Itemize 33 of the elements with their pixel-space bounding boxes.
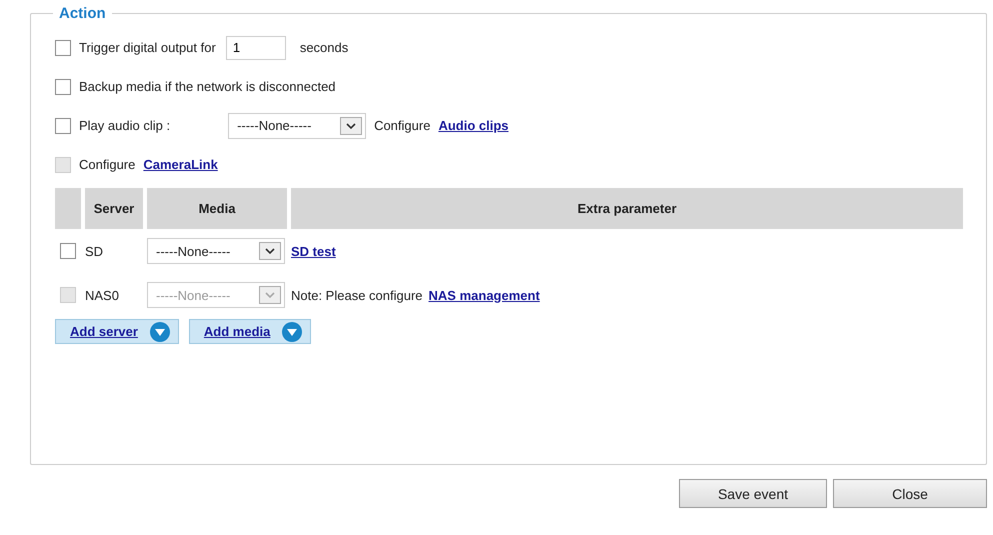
caret-icon [259, 286, 281, 304]
unit-label: seconds [300, 40, 348, 55]
server-name: SD [85, 242, 104, 260]
column-header: Media [147, 188, 287, 229]
caret-icon [340, 116, 362, 134]
header-cell [55, 188, 81, 229]
option-label: Play audio clip : [79, 118, 170, 133]
audio-dropdown[interactable]: -----None----- [228, 112, 366, 138]
checkbox[interactable] [60, 243, 76, 259]
caret-icon [259, 242, 281, 260]
option-label: Trigger digital output for [79, 40, 216, 55]
dialog-button[interactable]: Close [833, 479, 987, 508]
column-header: Server [85, 188, 143, 229]
checkbox[interactable] [55, 40, 71, 56]
media-dropdown[interactable]: -----None----- [147, 238, 285, 264]
note-text: Note: Please configure [291, 288, 423, 302]
section-title: Action [58, 5, 107, 22]
add-button[interactable]: Add server [55, 319, 179, 344]
checkbox[interactable] [55, 78, 71, 94]
input-field[interactable]: 1 [226, 36, 286, 60]
add-button[interactable]: Add media [188, 319, 312, 344]
dropdown-icon [282, 322, 302, 342]
media-dropdown: -----None----- [147, 282, 285, 308]
option-label: Configure [79, 157, 136, 172]
column-header: Extra parameter [291, 188, 963, 229]
server-name: NAS0 [85, 286, 120, 304]
dialog-button[interactable]: Save event [679, 479, 827, 508]
dropdown-icon [150, 322, 170, 342]
option-label: Backup media if the network is disconnected [79, 79, 336, 94]
link[interactable]: Audio clips [438, 118, 508, 133]
checkbox[interactable] [55, 118, 71, 134]
configure-label: Configure [374, 118, 430, 133]
link[interactable]: SD test [291, 244, 336, 258]
